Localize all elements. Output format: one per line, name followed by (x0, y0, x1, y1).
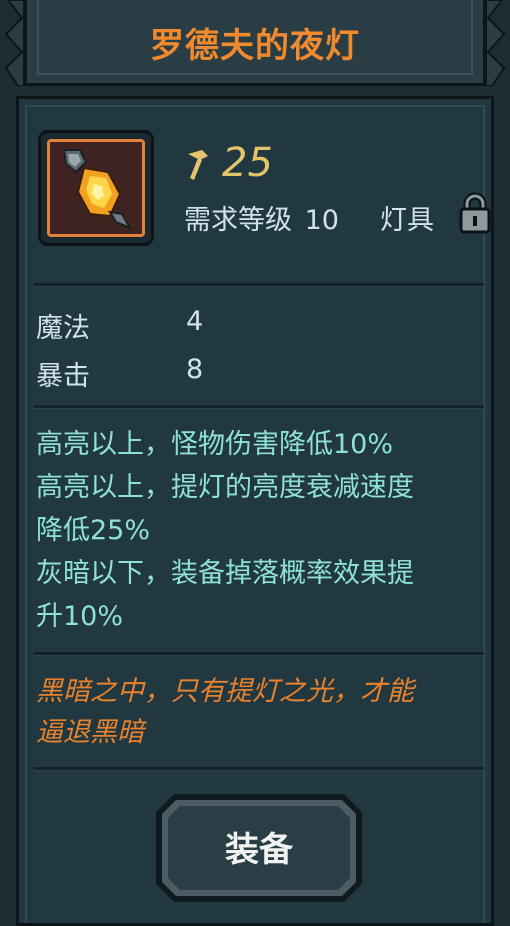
stat-name-crit: 暴击 (36, 361, 90, 392)
effect-line: 高亮以上，提灯的亮度衰减速度 (36, 472, 414, 503)
stat-name-magic: 魔法 (36, 313, 90, 344)
effect-line: 降低25% (36, 515, 151, 546)
item-level: 25 (222, 140, 273, 186)
effect-line: 高亮以上，怪物伤害降低10% (36, 429, 394, 460)
equip-button[interactable]: 装备 (154, 792, 364, 904)
lock-icon[interactable] (458, 192, 492, 234)
item-type: 灯具 (380, 205, 434, 236)
title-banner: 罗德夫的夜灯 (24, 0, 486, 86)
effect-line: 升10% (36, 601, 124, 632)
divider (34, 652, 484, 656)
stat-value-magic: 4 (186, 306, 204, 337)
equip-button-label: 装备 (225, 830, 293, 870)
banner-left-notch (0, 0, 24, 86)
requirement-level: 10 (304, 205, 339, 236)
stat-value-crit: 8 (186, 354, 204, 385)
item-title: 罗德夫的夜灯 (150, 26, 360, 66)
banner-right-notch (486, 0, 510, 86)
item-icon-frame[interactable] (38, 130, 154, 246)
divider (34, 405, 484, 409)
requirement-line: 需求等级 10 (184, 198, 339, 237)
flavor-line: 逼退黑暗 (36, 717, 144, 748)
flavor-line: 黑暗之中，只有提灯之光，才能 (36, 676, 414, 707)
requirement-label: 需求等级 (184, 205, 292, 236)
effect-line: 灰暗以下，装备掉落概率效果提 (36, 558, 414, 589)
hammer-icon (184, 148, 212, 182)
lantern-gem-icon (47, 139, 145, 237)
divider (34, 767, 484, 771)
divider (34, 283, 484, 287)
